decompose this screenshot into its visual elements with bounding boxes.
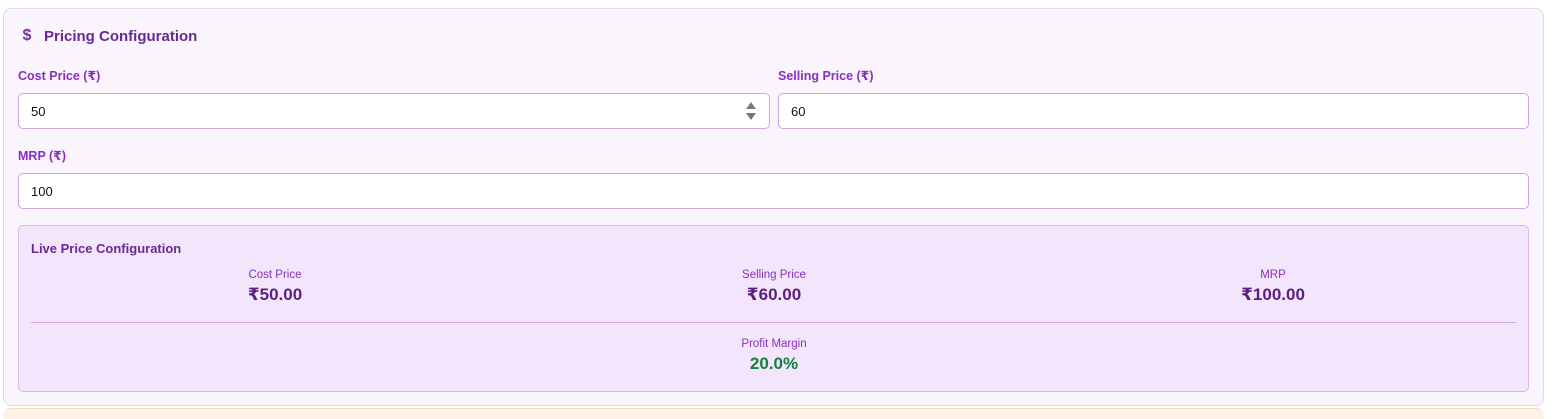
- live-selling-label: Selling Price: [742, 269, 806, 281]
- profit-margin-label: Profit Margin: [741, 338, 807, 350]
- stepper-up-icon[interactable]: [746, 102, 756, 109]
- selling-price-input[interactable]: 60: [778, 93, 1529, 129]
- live-mrp-value: ₹100.00: [1241, 285, 1305, 304]
- card-header: $ Pricing Configuration: [20, 27, 198, 45]
- live-price-panel: Live Price Configuration Cost Price ₹50.…: [18, 225, 1529, 392]
- cost-price-value: 50: [31, 103, 46, 119]
- cost-price-input[interactable]: 50: [18, 93, 770, 129]
- card-title: Pricing Configuration: [44, 27, 198, 45]
- live-cost-value: ₹50.00: [247, 285, 303, 304]
- cost-price-label: Cost Price (₹): [18, 69, 101, 83]
- selling-price-label: Selling Price (₹): [778, 69, 874, 83]
- mrp-input[interactable]: 100: [18, 173, 1529, 209]
- number-stepper[interactable]: [746, 102, 756, 122]
- live-cost-label: Cost Price: [248, 269, 302, 281]
- next-section-edge: [3, 408, 1544, 419]
- profit-margin-stat: Profit Margin 20.0%: [741, 337, 806, 375]
- live-mrp-stat: MRP ₹100.00: [1241, 268, 1305, 306]
- pricing-configuration-card: $ Pricing Configuration Cost Price (₹) 5…: [3, 8, 1544, 406]
- profit-margin-value: 20.0%: [749, 354, 799, 373]
- dollar-icon: $: [22, 27, 32, 44]
- mrp-label: MRP (₹): [18, 149, 67, 163]
- live-cost-stat: Cost Price ₹50.00: [248, 268, 302, 306]
- mrp-value: 100: [31, 183, 53, 199]
- selling-price-value: 60: [791, 103, 806, 119]
- live-selling-value: ₹60.00: [746, 285, 802, 304]
- stepper-down-icon[interactable]: [746, 113, 756, 120]
- live-mrp-label: MRP: [1260, 269, 1286, 281]
- live-selling-stat: Selling Price ₹60.00: [742, 268, 806, 306]
- live-panel-title: Live Price Configuration: [31, 241, 182, 256]
- divider: [31, 322, 1516, 323]
